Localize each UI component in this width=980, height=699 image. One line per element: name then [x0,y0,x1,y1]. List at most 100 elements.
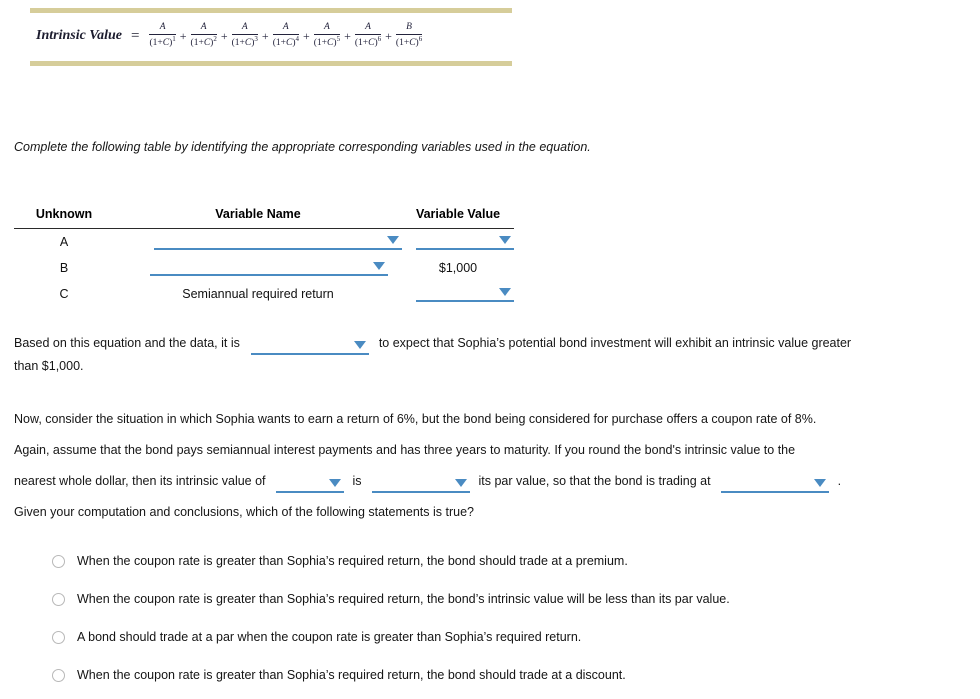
term-6-numerator: A [365,22,371,33]
radio-button-1[interactable] [52,554,65,568]
equation-operator-1: + [179,29,187,43]
equation-equals-sign: = [130,27,140,44]
term-4-exponent: 4 [295,34,299,43]
now-text-part-1: nearest whole dollar, then its intrinsic… [14,474,266,488]
now-text-part-3: its par value, so that the bond is tradi… [478,474,711,488]
option-label-4: When the coupon rate is greater than Sop… [77,668,626,682]
based-paragraph-line-1: Based on this equation and the data, it … [14,332,934,355]
term-7-exponent: 6 [418,34,423,43]
term-3-numerator: A [241,22,248,33]
equation-term-5: A (1+C)5 [313,22,341,49]
based-conclusion-dropdown[interactable] [251,338,370,355]
table-header-unknown: Unknown [14,207,114,229]
equation-operator-3: + [261,29,269,43]
term-1-denominator: (1+C)1 [149,34,176,49]
option-row-2[interactable]: When the coupon rate is greater than Sop… [52,580,932,618]
option-row-1[interactable]: When the coupon rate is greater than Sop… [52,542,932,580]
option-row-3[interactable]: A bond should trade at a par when the co… [52,618,932,656]
equation-term-7: B (1+C)6 [395,22,423,49]
multiple-choice-question: Given your computation and conclusions, … [14,505,474,519]
row-c-unknown-label: C [59,286,69,301]
equation-row: Intrinsic Value = A (1+C)1 + A (1+C)2 + … [0,13,560,55]
equation-operator-4: + [302,29,310,43]
row-a-unknown-label: A [59,234,69,249]
term-1-exponent: 1 [172,34,176,43]
chevron-down-icon [499,288,511,296]
row-c-variable-value-dropdown[interactable] [416,285,514,302]
now-paragraph-line-2: Again, assume that the bond pays semiann… [14,443,796,457]
term-3-exponent: 3 [254,34,258,43]
equation-operator-6: + [385,29,392,43]
term-4-denominator: (1+C)4 [272,34,299,49]
term-6-denominator: (1+C)6 [354,34,382,49]
row-b-variable-value-text: $1,000 [438,260,478,275]
option-row-4[interactable]: When the coupon rate is greater than Sop… [52,656,932,694]
chevron-down-icon [373,262,385,270]
term-7-denominator: (1+C)6 [395,34,423,49]
row-b-variable-name-dropdown[interactable] [150,259,388,276]
trading-at-dropdown[interactable] [721,476,830,493]
now-consider-paragraph: Now, consider the situation in which Sop… [14,408,934,501]
term-2-numerator: A [200,22,207,33]
term-4-numerator: A [282,22,289,33]
term-5-exponent: 5 [336,34,341,43]
row-a-variable-value-dropdown[interactable] [416,233,514,251]
row-a-variable-name-cell [114,229,402,255]
table-row: A [14,229,514,255]
chevron-down-icon [814,479,827,487]
equation-term-3: A (1+C)3 [231,22,258,49]
radio-button-4[interactable] [52,668,65,682]
row-a-variable-name-dropdown[interactable] [154,233,402,251]
based-text-part-2: to expect that Sophia’s potential bond i… [378,336,852,350]
equation-term-6: A (1+C)6 [354,22,382,49]
chevron-down-icon [354,341,367,349]
chevron-down-icon [455,479,468,487]
comparison-dropdown[interactable] [372,476,471,493]
term-5-denominator: (1+C)5 [313,34,341,49]
now-paragraph-line-1: Now, consider the situation in which Sop… [14,412,817,426]
equation-operator-5: + [344,29,351,43]
equation-operator-2: + [220,29,228,43]
intrinsic-value-equation-block: Intrinsic Value = A (1+C)1 + A (1+C)2 + … [0,0,560,66]
now-paragraph-line-3: nearest whole dollar, then its intrinsic… [14,470,934,501]
row-b-unknown-label: B [59,260,69,275]
now-text-part-2: is [352,474,362,488]
row-b-variable-name-cell [114,255,402,281]
equation-term-2: A (1+C)2 [190,22,217,49]
option-label-1: When the coupon rate is greater than Sop… [77,554,628,568]
row-c-variable-name-text: Semiannual required return [182,286,334,301]
term-2-denominator: (1+C)2 [190,34,217,49]
equation-term-4: A (1+C)4 [272,22,299,49]
option-label-3: A bond should trade at a par when the co… [77,630,582,644]
table-instruction-text: Complete the following table by identify… [14,140,591,154]
table-header-row: Unknown Variable Name Variable Value [14,207,514,229]
equation-term-1: A (1+C)1 [149,22,176,49]
term-3-denominator: (1+C)3 [231,34,258,49]
option-label-2: When the coupon rate is greater than Sop… [77,592,730,606]
based-text-part-1: Based on this equation and the data, it … [14,336,240,350]
term-5-numerator: A [324,22,330,33]
variable-table: Unknown Variable Name Variable Value A B… [14,207,514,307]
term-6-exponent: 6 [377,34,382,43]
row-c-variable-value-cell [402,281,514,307]
chevron-down-icon [499,236,511,245]
equation-bottom-divider [30,61,512,66]
term-2-exponent: 2 [213,34,217,43]
based-paragraph-line-2: than $1,000. [14,359,84,373]
chevron-down-icon [329,479,342,487]
term-1-numerator: A [159,22,166,33]
table-row: C Semiannual required return [14,281,514,307]
radio-button-3[interactable] [52,630,65,644]
equation-label: Intrinsic Value [36,28,122,43]
table-row: B $1,000 [14,255,514,281]
row-a-variable-value-cell [402,229,514,255]
now-text-part-4: . [837,474,842,488]
answer-options-group: When the coupon rate is greater than Sop… [52,542,932,694]
intrinsic-value-dropdown[interactable] [276,476,345,493]
table-header-variable-name: Variable Name [114,207,402,229]
term-7-numerator: B [406,22,412,33]
table-header-variable-value: Variable Value [402,207,514,229]
chevron-down-icon [387,236,399,245]
radio-button-2[interactable] [52,592,65,606]
based-on-equation-paragraph: Based on this equation and the data, it … [14,332,934,378]
